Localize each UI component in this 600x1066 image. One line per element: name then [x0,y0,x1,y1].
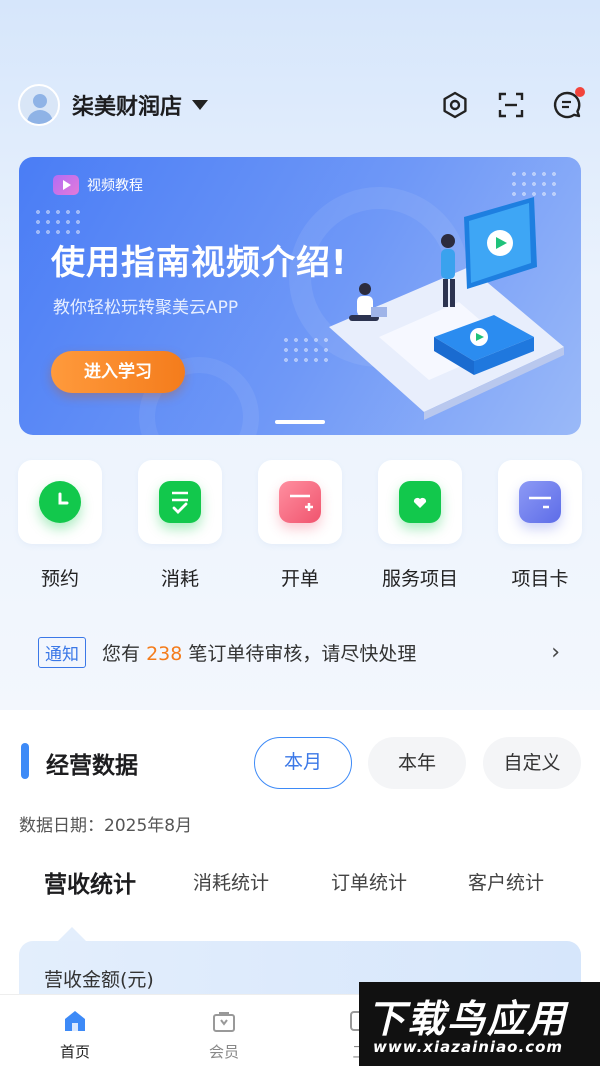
store-name[interactable]: 柒美财润店 [72,89,182,121]
header: 柒美财润店 [18,82,585,128]
period-this-year[interactable]: 本年 [368,737,466,789]
home-icon [61,1007,89,1035]
banner-illustration [329,197,564,420]
tab-customer-stats[interactable]: 客户统计 [468,868,544,895]
quick-action-label: 消耗 [160,568,199,590]
banner-subtitle: 教你轻松玩转聚美云APP [53,298,239,318]
carousel-indicator[interactable] [275,420,325,424]
nav-home[interactable]: 首页 [35,1007,115,1062]
nav-label: 会员 [208,1043,239,1061]
quick-action-item-card[interactable]: 项目卡 [498,460,582,591]
period-this-month[interactable]: 本月 [254,737,352,789]
notice-tag: 通知 [38,636,86,668]
notice-text: 您有 238 笔订单待审核，请尽快处理 [102,642,417,665]
add-order-icon [279,481,321,523]
period-custom[interactable]: 自定义 [483,737,581,789]
pending-order-count: 238 [146,642,183,665]
section-title: 经营数据 [46,753,138,779]
video-tutorial-tag: 视频教程 [53,175,143,195]
revenue-label: 营收金额(元) [44,969,154,991]
tab-order-stats[interactable]: 订单统计 [331,868,407,895]
video-camera-icon [53,175,79,195]
section-accent-bar [21,743,29,779]
quick-action-appointment[interactable]: 预约 [18,460,102,591]
quick-actions: 预约 消耗 开单 服务项目 项目卡 [18,460,582,590]
unread-badge [575,87,585,97]
scan-icon[interactable] [496,90,526,120]
watermark-url: www.xiazainiao.com [373,1038,564,1056]
start-learning-button[interactable]: 进入学习 [51,351,185,393]
nav-member[interactable]: 会员 [184,1007,264,1062]
card-icon [519,481,561,523]
tutorial-banner[interactable]: 视频教程 使用指南视频介绍! 教你轻松玩转聚美云APP 进入学习 [19,157,581,435]
chevron-right-icon[interactable]: › [551,640,560,665]
quick-action-service-items[interactable]: 服务项目 [378,460,462,591]
data-date: 数据日期：2025年8月 [19,816,193,836]
tab-consume-stats[interactable]: 消耗统计 [193,868,269,895]
avatar[interactable] [18,84,60,126]
checklist-icon [159,481,201,523]
clock-icon [39,481,81,523]
quick-action-label: 开单 [280,568,319,590]
tab-revenue-stats[interactable]: 营收统计 [44,865,136,899]
watermark-logo: 下载鸟应用 [367,997,568,1041]
nav-label: 首页 [59,1043,90,1061]
heart-box-icon [399,481,441,523]
member-bag-icon [210,1007,238,1035]
watermark: 下载鸟应用 www.xiazainiao.com [359,982,600,1066]
quick-action-label: 项目卡 [511,568,569,590]
notice-bar[interactable]: 通知 您有 238 笔订单待审核，请尽快处理 › [18,622,582,682]
banner-title: 使用指南视频介绍! [51,243,348,283]
message-icon[interactable] [552,87,585,120]
business-data-section: 经营数据 本月 本年 自定义 数据日期：2025年8月 营收统计 消耗统计 订单… [0,712,600,1011]
settings-icon[interactable] [440,90,470,120]
quick-action-label: 预约 [40,568,79,590]
chevron-down-icon[interactable] [192,100,209,110]
quick-action-label: 服务项目 [381,568,458,590]
quick-action-consume[interactable]: 消耗 [138,460,222,591]
quick-action-new-order[interactable]: 开单 [258,460,342,591]
video-tag-label: 视频教程 [87,178,143,194]
